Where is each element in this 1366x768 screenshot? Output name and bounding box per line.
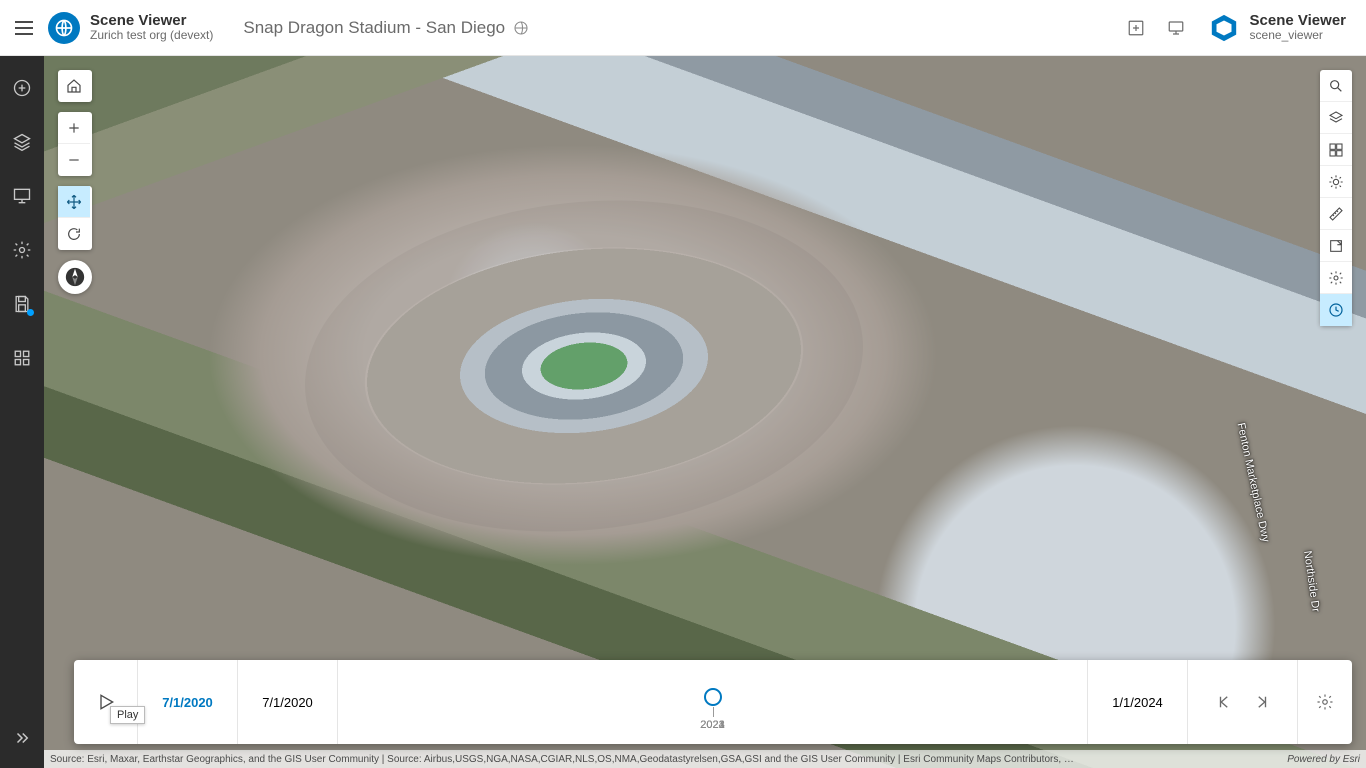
gear-icon [1328,270,1344,286]
rail-settings[interactable] [0,234,44,266]
time-button[interactable] [1320,294,1352,326]
step-back-icon [1216,693,1234,711]
map-tools-left [58,70,92,294]
time-handle[interactable] [704,688,722,706]
search-icon [1328,78,1344,94]
rotate-icon [66,226,82,242]
step-forward-icon [1252,693,1270,711]
compass-button[interactable] [58,260,92,294]
present-button[interactable] [1156,8,1196,48]
start-date: 7/1/2020 [262,695,313,710]
screen-icon [12,186,32,206]
layers-icon [12,132,32,152]
rail-save[interactable] [0,288,44,320]
attribution-bar: Source: Esri, Maxar, Earthstar Geographi… [44,750,1366,768]
sun-icon [1328,174,1344,190]
rail-expand[interactable] [0,722,44,754]
measure-button[interactable] [1320,198,1352,230]
rail-apps[interactable] [0,342,44,374]
rotate-button[interactable] [58,218,90,250]
grid-icon [13,349,31,367]
user-avatar-icon [1208,12,1240,44]
unsaved-indicator-icon [27,309,34,316]
zoom-in-button[interactable] [58,112,90,144]
app-logo-icon [48,12,80,44]
share-button[interactable] [1320,230,1352,262]
step-forward-button[interactable] [1247,688,1275,716]
basemap-button[interactable] [1320,134,1352,166]
app-title-block: Scene Viewer Zurich test org (devext) [90,12,213,43]
attribution-text: Source: Esri, Maxar, Earthstar Geographi… [50,754,1074,765]
powered-by: Powered by Esri [1287,754,1360,765]
user-title: Scene Viewer [1250,12,1346,29]
gear-icon [1316,693,1334,711]
time-slider: Play 7/1/2020 7/1/2020 2021202220232024 … [74,660,1352,744]
road-label-northside: Northside Dr [1301,550,1321,613]
pan-icon [66,194,82,210]
basemap-icon [1328,142,1344,158]
pan-button[interactable] [58,186,90,218]
time-settings-button[interactable] [1311,688,1339,716]
home-icon [66,78,82,94]
rail-layers[interactable] [0,126,44,158]
map-tools-right [1320,70,1352,326]
app-header: Scene Viewer Zurich test org (devext) Sn… [0,0,1366,56]
plus-box-icon [1127,19,1145,37]
share-icon [1328,238,1344,254]
step-back-button[interactable] [1211,688,1239,716]
clock-icon [1328,302,1344,318]
search-button[interactable] [1320,70,1352,102]
gear-icon [12,240,32,260]
scene-canvas[interactable]: Fenton Marketplace Dwy Northside Dr [44,56,1366,768]
current-date[interactable]: 7/1/2020 [162,695,213,710]
org-name: Zurich test org (devext) [90,29,213,43]
minus-icon [67,153,81,167]
menu-button[interactable] [0,0,48,56]
stadium-graphic [353,227,815,506]
rail-add[interactable] [0,72,44,104]
plus-icon [67,121,81,135]
rail-present[interactable] [0,180,44,212]
home-button[interactable] [58,70,90,102]
zoom-out-button[interactable] [58,144,90,176]
globe-icon [513,20,529,36]
time-track[interactable]: 2021202220232024 [338,660,1088,744]
road-label-fenton: Fenton Marketplace Dwy [1235,422,1272,544]
scene-settings-button[interactable] [1320,262,1352,294]
scene-title-text: Snap Dragon Stadium - San Diego [243,18,505,38]
end-date: 1/1/2024 [1112,695,1163,710]
layers-icon [1328,110,1344,126]
add-panel-button[interactable] [1116,8,1156,48]
daylight-button[interactable] [1320,166,1352,198]
chevrons-right-icon [13,729,31,747]
hamburger-icon [15,21,33,35]
plus-circle-icon [12,78,32,98]
compass-icon [64,266,86,288]
left-rail [0,56,44,768]
scene-title[interactable]: Snap Dragon Stadium - San Diego [243,18,529,38]
layers-button[interactable] [1320,102,1352,134]
user-subtitle: scene_viewer [1250,29,1346,43]
app-title: Scene Viewer [90,12,213,29]
year-label: 2024 [700,719,724,731]
ruler-icon [1328,206,1344,222]
user-menu[interactable]: Scene Viewer scene_viewer [1196,12,1358,44]
presentation-icon [1167,19,1185,37]
